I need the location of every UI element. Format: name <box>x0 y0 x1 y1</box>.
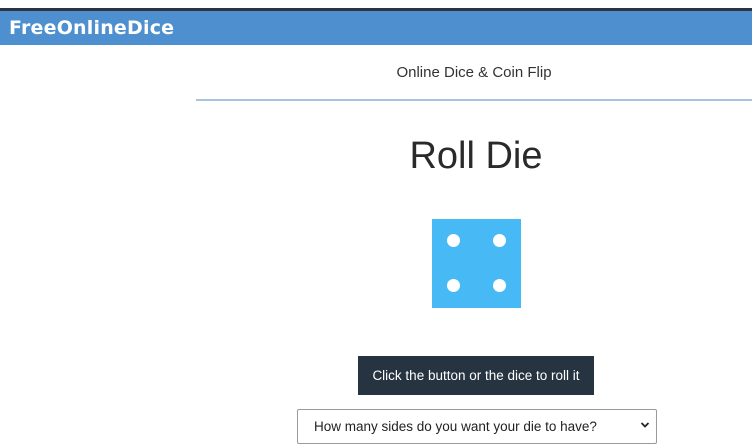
divider <box>196 99 752 101</box>
page-title: Roll Die <box>409 135 543 177</box>
roll-button[interactable]: Click the button or the dice to roll it <box>358 356 594 395</box>
site-logo-text[interactable]: FreeOnlineDice <box>9 17 174 39</box>
die-sides-select-value: How many sides do you want your die to h… <box>314 419 597 434</box>
window-top-border <box>0 0 752 11</box>
die-pip <box>493 234 506 247</box>
die-sides-select[interactable]: How many sides do you want your die to h… <box>297 409 657 444</box>
site-header: FreeOnlineDice <box>0 11 752 45</box>
chevron-down-icon <box>640 422 650 428</box>
die-pip <box>447 234 460 247</box>
die-pip <box>493 279 506 292</box>
die-pip <box>447 279 460 292</box>
site-subtitle-link[interactable]: Online Dice & Coin Flip <box>196 64 752 82</box>
die-face-button[interactable] <box>432 219 521 308</box>
